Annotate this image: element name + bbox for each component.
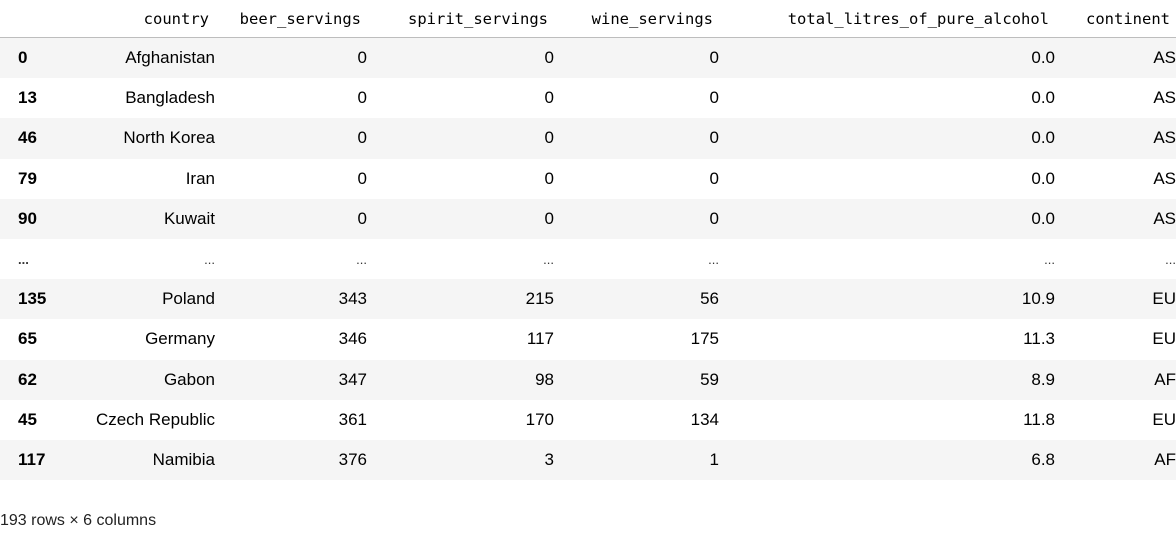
cell-country: Germany bbox=[145, 329, 215, 349]
row-index: 117 bbox=[18, 449, 46, 469]
row-index: 135 bbox=[18, 289, 47, 309]
row-index: 0 bbox=[18, 48, 28, 68]
row-index: 90 bbox=[18, 208, 37, 228]
cell-total-litres: ... bbox=[1044, 251, 1055, 267]
cell-beer-servings: 343 bbox=[338, 289, 367, 309]
table-row: 62 Gabon 347 98 59 8.9 AF bbox=[0, 359, 1176, 400]
table-row: 45 Czech Republic 361 170 134 11.8 EU bbox=[0, 399, 1176, 440]
table-row: 117 Namibia 376 3 1 6.8 AF bbox=[0, 439, 1176, 481]
row-index: 13 bbox=[18, 88, 37, 108]
cell-beer-servings: 0 bbox=[357, 128, 367, 148]
cell-total-litres: 0.0 bbox=[1031, 48, 1055, 68]
table-row: 13 Bangladesh 0 0 0 0.0 AS bbox=[0, 78, 1176, 119]
cell-spirit-servings: 0 bbox=[544, 48, 554, 68]
cell-wine-servings: 59 bbox=[700, 369, 719, 389]
cell-continent: AS bbox=[1153, 88, 1176, 108]
cell-beer-servings: 0 bbox=[357, 168, 367, 188]
cell-total-litres: 8.9 bbox=[1031, 369, 1055, 389]
cell-continent: AS bbox=[1153, 128, 1176, 148]
cell-spirit-servings: 0 bbox=[544, 208, 554, 228]
cell-spirit-servings: 0 bbox=[544, 128, 554, 148]
column-header-wine-servings: wine_servings bbox=[554, 0, 719, 38]
cell-beer-servings: 347 bbox=[338, 369, 367, 389]
row-index: ... bbox=[18, 251, 29, 267]
table-row: 0 Afghanistan 0 0 0 0.0 AS bbox=[0, 37, 1176, 79]
cell-total-litres: 0.0 bbox=[1031, 208, 1055, 228]
dataframe-output: country beer_servings spirit_servings wi… bbox=[0, 0, 1176, 481]
cell-continent: AF bbox=[1154, 449, 1176, 469]
cell-country: Czech Republic bbox=[95, 409, 215, 429]
cell-total-litres: 11.8 bbox=[1023, 409, 1055, 429]
row-index: 46 bbox=[18, 128, 37, 148]
cell-wine-servings: 0 bbox=[709, 168, 719, 188]
cell-wine-servings: 1 bbox=[709, 449, 719, 469]
cell-continent: EU bbox=[1152, 289, 1176, 309]
dataframe-shape-text: 193 rows × 6 columns bbox=[0, 512, 157, 529]
cell-spirit-servings: 0 bbox=[544, 88, 554, 108]
cell-country: North Korea bbox=[123, 128, 215, 148]
ellipsis-row: ..................... bbox=[0, 238, 1176, 280]
cell-continent: AS bbox=[1153, 168, 1176, 188]
column-header-continent: continent bbox=[1055, 0, 1176, 38]
cell-wine-servings: 0 bbox=[709, 208, 719, 228]
cell-beer-servings: 376 bbox=[338, 449, 367, 469]
cell-wine-servings: 0 bbox=[709, 88, 719, 108]
cell-total-litres: 10.9 bbox=[1021, 289, 1055, 309]
cell-total-litres: 0.0 bbox=[1031, 128, 1055, 148]
cell-continent: EU bbox=[1152, 409, 1176, 429]
cell-continent: EU bbox=[1152, 329, 1176, 349]
cell-spirit-servings: 117 bbox=[526, 329, 554, 349]
cell-continent: AF bbox=[1154, 369, 1176, 389]
cell-spirit-servings: 3 bbox=[544, 449, 554, 469]
cell-wine-servings: 175 bbox=[690, 329, 719, 349]
cell-wine-servings: 56 bbox=[700, 289, 719, 309]
cell-total-litres: 0.0 bbox=[1031, 88, 1055, 108]
cell-spirit-servings: ... bbox=[543, 251, 554, 267]
cell-beer-servings: 361 bbox=[338, 409, 367, 429]
cell-beer-servings: ... bbox=[356, 251, 367, 267]
cell-continent: ... bbox=[1165, 251, 1176, 267]
dataframe-table: country beer_servings spirit_servings wi… bbox=[0, 0, 1176, 481]
cell-country: Afghanistan bbox=[125, 48, 215, 68]
cell-country: Gabon bbox=[163, 369, 215, 389]
table-row: 135 Poland 343 215 56 10.9 EU bbox=[0, 279, 1176, 320]
table-row: 90 Kuwait 0 0 0 0.0 AS bbox=[0, 198, 1176, 239]
cell-spirit-servings: 170 bbox=[525, 409, 554, 429]
cell-country: Bangladesh bbox=[125, 88, 215, 108]
row-index: 65 bbox=[18, 329, 37, 349]
column-header-index bbox=[0, 0, 64, 38]
table-row: 46 North Korea 0 0 0 0.0 AS bbox=[0, 118, 1176, 159]
cell-country: Poland bbox=[162, 289, 215, 309]
cell-wine-servings: 0 bbox=[709, 128, 719, 148]
cell-spirit-servings: 0 bbox=[544, 168, 554, 188]
column-header-total-litres: total_litres_of_pure_alcohol bbox=[719, 0, 1055, 38]
cell-beer-servings: 0 bbox=[357, 48, 367, 68]
column-header-country: country bbox=[64, 0, 215, 38]
cell-spirit-servings: 215 bbox=[525, 289, 554, 309]
cell-wine-servings: 134 bbox=[690, 409, 719, 429]
cell-total-litres: 11.3 bbox=[1023, 329, 1055, 349]
table-row: 79 Iran 0 0 0 0.0 AS bbox=[0, 158, 1176, 199]
cell-country: Kuwait bbox=[163, 208, 215, 228]
row-index: 62 bbox=[18, 369, 37, 389]
row-index: 79 bbox=[18, 168, 37, 188]
cell-total-litres: 0.0 bbox=[1031, 168, 1055, 188]
cell-continent: AS bbox=[1153, 208, 1176, 228]
cell-country: Namibia bbox=[152, 449, 215, 469]
cell-wine-servings: 0 bbox=[709, 48, 719, 68]
cell-beer-servings: 0 bbox=[357, 88, 367, 108]
column-header-beer-servings: beer_servings bbox=[215, 0, 367, 38]
cell-continent: AS bbox=[1153, 48, 1176, 68]
cell-beer-servings: 346 bbox=[338, 329, 367, 349]
cell-wine-servings: ... bbox=[708, 251, 719, 267]
column-header-spirit-servings: spirit_servings bbox=[367, 0, 554, 38]
table-row: 65 Germany 346 117 175 11.3 EU bbox=[0, 319, 1176, 360]
cell-country: Iran bbox=[185, 168, 215, 188]
header-row: country beer_servings spirit_servings wi… bbox=[0, 0, 1176, 38]
cell-beer-servings: 0 bbox=[357, 208, 367, 228]
cell-spirit-servings: 98 bbox=[535, 369, 554, 389]
cell-country: ... bbox=[204, 251, 215, 267]
row-index: 45 bbox=[18, 409, 37, 429]
cell-total-litres: 6.8 bbox=[1031, 449, 1055, 469]
